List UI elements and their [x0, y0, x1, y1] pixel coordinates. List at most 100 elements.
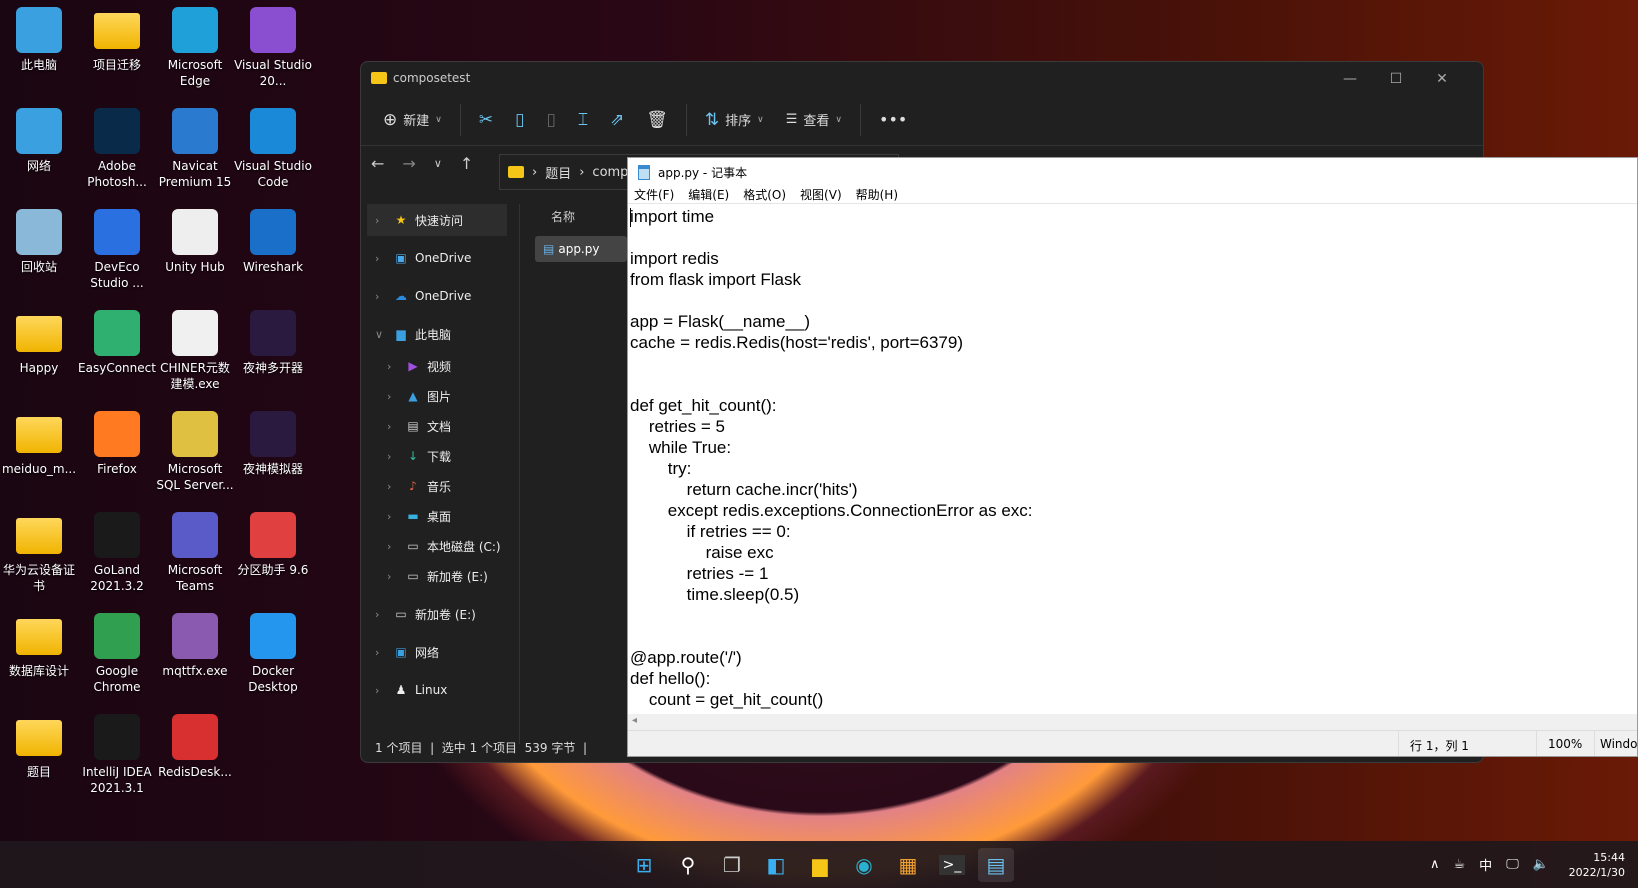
desktop-icon[interactable]: Docker Desktop [234, 611, 312, 695]
menu-item[interactable]: 视图(V) [800, 186, 842, 203]
desktop-icon[interactable]: 此电脑 [0, 5, 78, 73]
chevron-down-icon[interactable]: ∨ [434, 157, 442, 170]
breadcrumb-item[interactable]: 题目 [545, 163, 571, 182]
start-button[interactable]: ⊞ [626, 848, 662, 882]
back-icon[interactable]: ← [371, 154, 384, 173]
share-button[interactable]: ⇗ [602, 102, 632, 138]
desktop-icon[interactable]: Adobe Photosh... [78, 106, 156, 190]
minimize-button[interactable]: — [1327, 66, 1373, 92]
chevron-right-icon[interactable]: › [375, 646, 387, 659]
nav-item[interactable]: › ▲ 图片 [367, 380, 507, 412]
desktop-icon[interactable]: 网络 [0, 106, 78, 174]
menu-item[interactable]: 格式(O) [743, 186, 786, 203]
clock[interactable]: 15:44 2022/1/30 [1565, 841, 1625, 888]
nav-item[interactable]: › ♪ 音乐 [367, 470, 507, 502]
desktop-icon[interactable]: Google Chrome [78, 611, 156, 695]
file-explorer-taskbar[interactable]: ▆ [802, 848, 838, 882]
nav-item[interactable]: › ▭ 新加卷 (E:) [367, 560, 507, 592]
column-header-name[interactable]: 名称 [551, 208, 575, 225]
chevron-right-icon[interactable]: › [387, 480, 399, 493]
nav-item[interactable]: › ↓ 下载 [367, 440, 507, 472]
widgets-button[interactable]: ◧ [758, 848, 794, 882]
paste-button[interactable]: ▯ [538, 102, 563, 138]
desktop-icon[interactable]: Wireshark [234, 207, 312, 275]
rename-button[interactable]: ⌶ [570, 102, 596, 138]
delete-button[interactable]: 🗑 [638, 102, 676, 138]
up-icon[interactable]: ↑ [460, 154, 473, 173]
notepad-taskbar[interactable]: ▤ [978, 848, 1014, 882]
chevron-down-icon[interactable]: ∨ [375, 328, 387, 341]
file-item[interactable]: ▤ app.py [535, 236, 627, 262]
ime-indicator[interactable]: 中 [1479, 855, 1492, 874]
chevron-right-icon[interactable]: › [387, 420, 399, 433]
nav-item[interactable]: ∨ ▆ 此电脑 [367, 318, 507, 350]
desktop-icon[interactable]: Microsoft Edge [156, 5, 234, 89]
search-button[interactable]: ⚲ [670, 848, 706, 882]
store-taskbar[interactable]: ▦ [890, 848, 926, 882]
desktop-icon[interactable]: Unity Hub [156, 207, 234, 275]
nav-item[interactable]: › ▭ 新加卷 (E:) [367, 598, 507, 630]
chevron-right-icon[interactable]: › [387, 450, 399, 463]
desktop-icon[interactable]: DevEco Studio ... [78, 207, 156, 291]
nav-item[interactable]: › ▬ 桌面 [367, 500, 507, 532]
chevron-right-icon[interactable]: › [387, 540, 399, 553]
network-icon[interactable]: 🖵 [1506, 857, 1519, 872]
cut-button[interactable]: ✂ [471, 102, 501, 138]
new-button[interactable]: ⊕ 新建 ∨ [375, 102, 450, 138]
scroll-left-icon[interactable]: ◂ [632, 715, 637, 726]
sort-button[interactable]: ⇅ 排序 ∨ [697, 102, 772, 138]
desktop-icon[interactable]: CHINER元数建模.exe [156, 308, 234, 392]
chevron-right-icon[interactable]: › [375, 252, 387, 265]
desktop-icon[interactable]: Happy [0, 308, 78, 376]
nav-item[interactable]: › ▶ 视频 [367, 350, 507, 382]
desktop-icon[interactable]: Firefox [78, 409, 156, 477]
chevron-right-icon[interactable]: › [375, 608, 387, 621]
text-editor[interactable]: import time import redis from flask impo… [630, 206, 1637, 714]
nav-item[interactable]: › ☁ OneDrive [367, 280, 507, 312]
java-icon[interactable]: ☕ [1454, 857, 1466, 872]
more-button[interactable]: ••• [871, 102, 915, 138]
chevron-right-icon[interactable]: › [375, 684, 387, 697]
copy-button[interactable]: ▯ [507, 102, 532, 138]
desktop-icon[interactable]: mqttfx.exe [156, 611, 234, 679]
breadcrumb-item[interactable]: comp [592, 165, 628, 180]
chevron-right-icon[interactable]: › [375, 214, 387, 227]
chevron-right-icon[interactable]: › [387, 360, 399, 373]
volume-icon[interactable]: 🔈 [1533, 857, 1549, 872]
desktop-icon[interactable]: GoLand 2021.3.2 [78, 510, 156, 594]
chevron-right-icon[interactable]: › [387, 570, 399, 583]
desktop-icon[interactable]: Visual Studio 20... [234, 5, 312, 89]
chevron-right-icon[interactable]: › [387, 390, 399, 403]
desktop-icon[interactable]: Microsoft Teams [156, 510, 234, 594]
desktop-icon[interactable]: IntelliJ IDEA 2021.3.1 [78, 712, 156, 796]
nav-item[interactable]: › ★ 快速访问 [367, 204, 507, 236]
menu-item[interactable]: 帮助(H) [856, 186, 898, 203]
nav-item[interactable]: › ▭ 本地磁盘 (C:) [367, 530, 507, 562]
desktop-icon[interactable]: meiduo_m... [0, 409, 78, 477]
task-view-button[interactable]: ❐ [714, 848, 750, 882]
chevron-right-icon[interactable]: › [387, 510, 399, 523]
chevron-up-icon[interactable]: ∧ [1430, 857, 1440, 872]
view-button[interactable]: ☰ 查看 ∨ [778, 102, 850, 138]
desktop-icon[interactable]: 夜神多开器 [234, 308, 312, 376]
desktop-icon[interactable]: RedisDesk... [156, 712, 234, 780]
desktop-icon[interactable]: 回收站 [0, 207, 78, 275]
chevron-right-icon[interactable]: › [375, 290, 387, 303]
desktop-icon[interactable]: 数据库设计 [0, 611, 78, 679]
desktop-icon[interactable]: 分区助手 9.6 [234, 510, 312, 578]
forward-icon[interactable]: → [402, 154, 415, 173]
desktop-icon[interactable]: Visual Studio Code [234, 106, 312, 190]
desktop-icon[interactable]: 华为云设备证书 [0, 510, 78, 594]
desktop-icon[interactable]: EasyConnect [78, 308, 156, 376]
edge-taskbar[interactable]: ◉ [846, 848, 882, 882]
close-button[interactable]: ✕ [1419, 66, 1465, 92]
desktop-icon[interactable]: 夜神模拟器 [234, 409, 312, 477]
nav-item[interactable]: › ▣ OneDrive [367, 242, 507, 274]
maximize-button[interactable]: ☐ [1373, 66, 1419, 92]
terminal-taskbar[interactable]: >_ [934, 848, 970, 882]
menu-item[interactable]: 文件(F) [634, 186, 674, 203]
menu-item[interactable]: 编辑(E) [688, 186, 729, 203]
nav-item[interactable]: › ▤ 文档 [367, 410, 507, 442]
desktop-icon[interactable]: Microsoft SQL Server... [156, 409, 234, 493]
desktop-icon[interactable]: 项目迁移 [78, 5, 156, 73]
